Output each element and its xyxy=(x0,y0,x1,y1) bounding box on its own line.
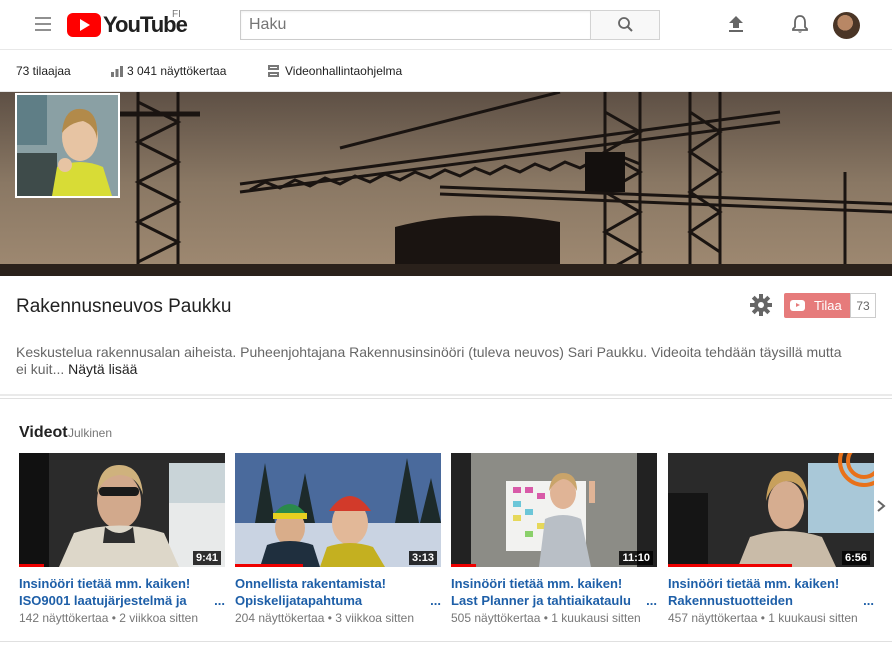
video-title[interactable]: Insinööri tietää mm. kaiken! Rakennustuo… xyxy=(668,575,874,609)
chevron-right-icon[interactable] xyxy=(875,499,887,513)
video-views: 142 näyttökertaa xyxy=(19,611,109,625)
videos-section: Videot Julkinen 9:41 Insinööri tietää mm… xyxy=(0,398,892,646)
video-thumbnail[interactable]: 11:10 xyxy=(451,453,657,567)
section-title[interactable]: Videot xyxy=(19,424,68,442)
video-meta: 204 näyttökertaa • 3 viikkoa sitten xyxy=(235,611,441,625)
country-code: FI xyxy=(172,9,181,20)
video-views: 505 näyttökertaa xyxy=(451,611,541,625)
gear-icon[interactable] xyxy=(750,294,772,316)
meta-separator: • xyxy=(760,611,765,625)
video-title[interactable]: Insinööri tietää mm. kaiken! Last Planne… xyxy=(451,575,657,609)
search-button[interactable] xyxy=(590,10,660,40)
bell-icon[interactable] xyxy=(789,13,811,35)
section-visibility-badge: Julkinen xyxy=(68,426,113,440)
title-ellipsis: ... xyxy=(214,593,225,608)
video-views: 204 näyttökertaa xyxy=(235,611,325,625)
video-title[interactable]: Insinööri tietää mm. kaiken! ISO9001 laa… xyxy=(19,575,225,609)
masthead: YouTube FI xyxy=(0,0,892,50)
video-duration: 9:41 xyxy=(192,551,221,565)
channel-name: Rakennusneuvos Paukku xyxy=(16,296,232,317)
video-title-text: Insinööri tietää mm. kaiken! Last Planne… xyxy=(451,576,631,608)
watch-progress-bar xyxy=(235,564,303,567)
title-ellipsis: ... xyxy=(430,593,441,608)
title-ellipsis: ... xyxy=(863,593,874,608)
search-icon xyxy=(618,17,633,32)
video-card[interactable]: 9:41 Insinööri tietää mm. kaiken! ISO900… xyxy=(19,453,225,625)
video-card[interactable]: 3:13 Onnellista rakentamista! Opiskelija… xyxy=(235,453,441,625)
divider xyxy=(0,641,892,642)
video-card[interactable]: 11:10 Insinööri tietää mm. kaiken! Last … xyxy=(451,453,657,625)
video-meta: 142 näyttökertaa • 2 viikkoa sitten xyxy=(19,611,225,625)
show-more-link[interactable]: Näytä lisää xyxy=(68,361,137,377)
video-meta: 457 näyttökertaa • 1 kuukausi sitten xyxy=(668,611,874,625)
subscribe-label: Tilaa xyxy=(814,298,842,313)
youtube-play-icon xyxy=(67,13,101,37)
video-thumbnail-image xyxy=(451,453,657,567)
video-title-text: Insinööri tietää mm. kaiken! ISO9001 laa… xyxy=(19,576,191,608)
subscriber-count-text: 73 tilaajaa xyxy=(16,64,71,78)
video-title[interactable]: Onnellista rakentamista! Opiskelijatapah… xyxy=(235,575,441,609)
upload-icon[interactable] xyxy=(725,13,747,35)
avatar[interactable] xyxy=(833,12,860,39)
channel-stats-bar: 73 tilaajaa 3 041 näyttökertaa Videonhal… xyxy=(0,51,892,92)
channel-description: Keskustelua rakennusalan aiheista. Puhee… xyxy=(16,344,846,378)
video-views: 457 näyttökertaa xyxy=(668,611,758,625)
banner-cranes-image xyxy=(0,92,892,276)
subscriber-count: 73 tilaajaa xyxy=(16,64,71,78)
view-count: 3 041 näyttökertaa xyxy=(111,64,226,78)
video-thumbnail-image xyxy=(668,453,874,567)
video-duration: 11:10 xyxy=(619,551,653,565)
video-thumbnail-image xyxy=(19,453,225,567)
video-card[interactable]: 6:56 Insinööri tietää mm. kaiken! Rakenn… xyxy=(668,453,874,625)
channel-header: Rakennusneuvos Paukku Tilaa 73 Keskustel… xyxy=(0,276,892,396)
youtube-logo[interactable]: YouTube FI xyxy=(67,9,188,38)
title-ellipsis: ... xyxy=(646,593,657,608)
channel-description-text: Keskustelua rakennusalan aiheista. Puhee… xyxy=(16,344,842,377)
studio-link[interactable]: Videonhallintaohjelma xyxy=(268,64,402,78)
subscribe-count: 73 xyxy=(850,293,876,318)
meta-separator: • xyxy=(327,611,332,625)
video-duration: 6:56 xyxy=(841,551,870,565)
meta-separator: • xyxy=(111,611,116,625)
video-age: 2 viikkoa sitten xyxy=(119,611,198,625)
video-thumbnail-image xyxy=(235,453,441,567)
subscribe-button[interactable]: Tilaa xyxy=(784,293,850,318)
search-input[interactable] xyxy=(240,10,591,40)
video-thumbnail[interactable]: 6:56 xyxy=(668,453,874,567)
channel-avatar[interactable] xyxy=(15,93,120,198)
video-age: 1 kuukausi sitten xyxy=(551,611,641,625)
video-duration: 3:13 xyxy=(408,551,437,565)
video-thumbnail[interactable]: 9:41 xyxy=(19,453,225,567)
video-age: 3 viikkoa sitten xyxy=(335,611,414,625)
menu-icon[interactable] xyxy=(35,17,51,31)
meta-separator: • xyxy=(543,611,548,625)
video-thumbnail[interactable]: 3:13 xyxy=(235,453,441,567)
watch-progress-bar xyxy=(451,564,476,567)
studio-link-text: Videonhallintaohjelma xyxy=(285,64,403,78)
watch-progress-bar xyxy=(668,564,792,567)
youtube-subscribe-icon xyxy=(790,300,805,311)
watch-progress-bar xyxy=(19,564,44,567)
video-title-text: Onnellista rakentamista! Opiskelijatapah… xyxy=(235,576,386,608)
video-meta: 505 näyttökertaa • 1 kuukausi sitten xyxy=(451,611,657,625)
video-title-text: Insinööri tietää mm. kaiken! Rakennustuo… xyxy=(668,576,840,608)
studio-icon xyxy=(268,65,279,77)
view-count-text: 3 041 näyttökertaa xyxy=(127,64,227,78)
channel-banner xyxy=(0,92,892,276)
channel-avatar-photo xyxy=(17,95,118,196)
bar-chart-icon xyxy=(111,65,123,77)
video-age: 1 kuukausi sitten xyxy=(768,611,858,625)
